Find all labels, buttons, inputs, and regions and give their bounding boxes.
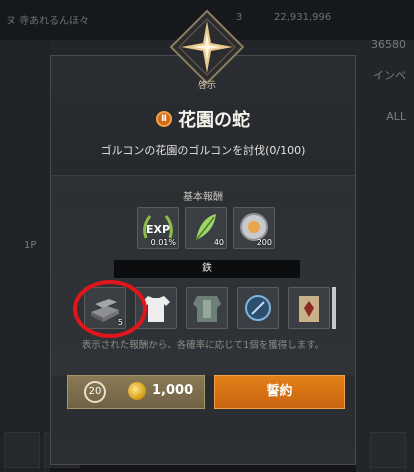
bg-slot bbox=[4, 432, 40, 468]
quest-title-row: Ⅱ 花園の蛇 bbox=[50, 106, 356, 132]
emblem-label: 啓示 bbox=[197, 81, 216, 91]
price-label: 1,000 bbox=[152, 383, 194, 398]
blue-rune-icon bbox=[245, 295, 271, 321]
gold-coin-icon bbox=[128, 382, 146, 400]
reward-count: 40 bbox=[213, 238, 224, 247]
compass-star-icon bbox=[169, 9, 245, 85]
cost-badge: 20 bbox=[84, 381, 106, 403]
reward-count: 200 bbox=[256, 238, 272, 247]
confirm-button[interactable]: 誓約 bbox=[214, 375, 345, 409]
reward-count: 0.01% bbox=[150, 238, 176, 247]
inventory-tab: インベ bbox=[373, 69, 406, 82]
reward-footnote: 表示された報酬から、各確率に応じて1個を獲得します。 bbox=[81, 340, 325, 351]
item-tooltip: 鉄 bbox=[114, 260, 300, 278]
highlight-circle bbox=[73, 280, 147, 338]
bg-slot bbox=[370, 432, 406, 468]
reward-slot-exp[interactable]: EXP 0.01% bbox=[137, 207, 179, 249]
quest-emblem: 啓示 bbox=[167, 7, 247, 91]
right-panel-bg bbox=[356, 40, 414, 472]
top-left-text: ヌ 寺あれるんほ々 bbox=[6, 16, 90, 27]
scroll-icon bbox=[299, 296, 319, 322]
armor-icon bbox=[193, 296, 221, 322]
scroll-indicator[interactable] bbox=[332, 287, 336, 329]
random-reward-slot-armor[interactable] bbox=[186, 287, 228, 329]
reward-slot-coin[interactable]: 200 bbox=[233, 207, 275, 249]
quest-rank-icon: Ⅱ bbox=[156, 111, 172, 127]
reward-slot-herb[interactable]: 40 bbox=[185, 207, 227, 249]
random-reward-slot-scroll[interactable] bbox=[288, 287, 330, 329]
svg-text:EXP: EXP bbox=[146, 223, 170, 236]
quest-title: 花園の蛇 bbox=[178, 110, 250, 131]
all-filter: ALL bbox=[386, 110, 406, 123]
divider bbox=[51, 175, 355, 176]
basic-reward-label: 基本報酬 bbox=[183, 192, 223, 203]
right-value: 36580 bbox=[371, 38, 406, 51]
quest-description: ゴルコンの花園のゴルコンを討伐(0/100) bbox=[100, 144, 306, 157]
random-reward-slot-rune[interactable] bbox=[237, 287, 279, 329]
left-panel-bg bbox=[0, 40, 50, 472]
gold-value: 22,931,996 bbox=[274, 12, 332, 23]
left-label: 1P bbox=[24, 240, 37, 251]
